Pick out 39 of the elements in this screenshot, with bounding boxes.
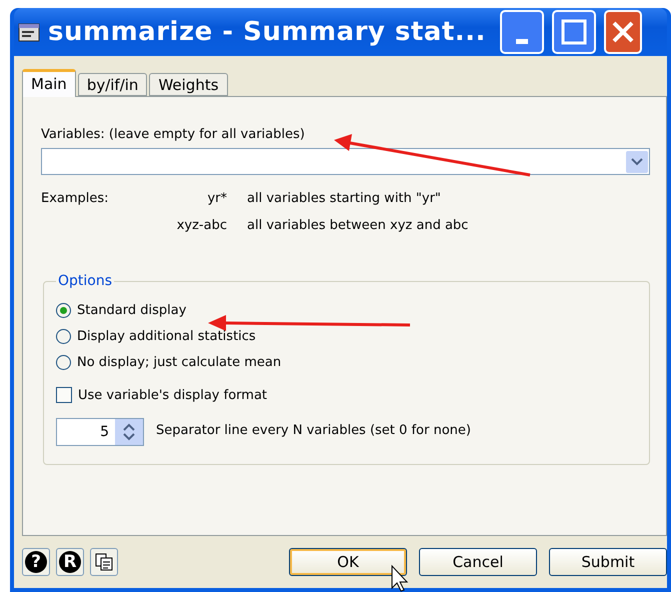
- dropdown-caret-icon: [631, 156, 643, 166]
- close-icon: [610, 19, 636, 45]
- close-button[interactable]: [604, 10, 642, 54]
- minimize-icon: [516, 38, 528, 44]
- example-pattern: xyz-abc: [176, 218, 227, 233]
- radio-button[interactable]: [56, 303, 71, 318]
- field-label: Variables: (leave empty for all variables): [41, 127, 306, 142]
- examples-label: Examples:: [41, 191, 110, 206]
- example-description: all variables starting with "yr": [247, 191, 442, 206]
- checkbox-label: Use variable's display format: [78, 388, 268, 402]
- dialog-button[interactable]: OK: [289, 548, 407, 576]
- help-button[interactable]: R: [56, 548, 84, 576]
- tab[interactable]: by/if/in: [78, 73, 148, 96]
- copy-icon: [95, 553, 113, 571]
- spinner-label: Separator line every N variables (set 0 for none): [156, 422, 471, 438]
- dialog-button[interactable]: Submit: [549, 548, 667, 576]
- radio-button[interactable]: [56, 355, 71, 370]
- spinner-arrows-icon: [122, 422, 136, 442]
- example-description: all variables between xyz and abc: [247, 218, 470, 233]
- mouse-cursor-icon: [392, 564, 408, 592]
- variables-combobox[interactable]: [41, 148, 650, 175]
- radio-button[interactable]: [56, 329, 71, 344]
- tab[interactable]: Weights: [149, 73, 228, 96]
- window-title: summarize - Summary stat...: [48, 17, 486, 47]
- group-title: Options: [57, 273, 114, 289]
- tab[interactable]: Main: [22, 69, 76, 97]
- window-icon: [18, 21, 40, 43]
- example-pattern: yr*: [206, 191, 227, 206]
- help-button[interactable]: ?: [22, 548, 50, 576]
- copy-button[interactable]: [90, 548, 118, 576]
- checkbox[interactable]: [56, 387, 72, 403]
- maximize-icon: [560, 18, 588, 46]
- radio-label: No display; just calculate mean: [77, 355, 282, 370]
- maximize-button[interactable]: [552, 10, 596, 54]
- dialog-button[interactable]: Cancel: [419, 548, 537, 576]
- number-spinner[interactable]: 5: [56, 418, 144, 446]
- radio-label: Standard display: [77, 303, 186, 318]
- radio-label: Display additional statistics: [77, 329, 256, 344]
- minimize-button[interactable]: [500, 10, 544, 54]
